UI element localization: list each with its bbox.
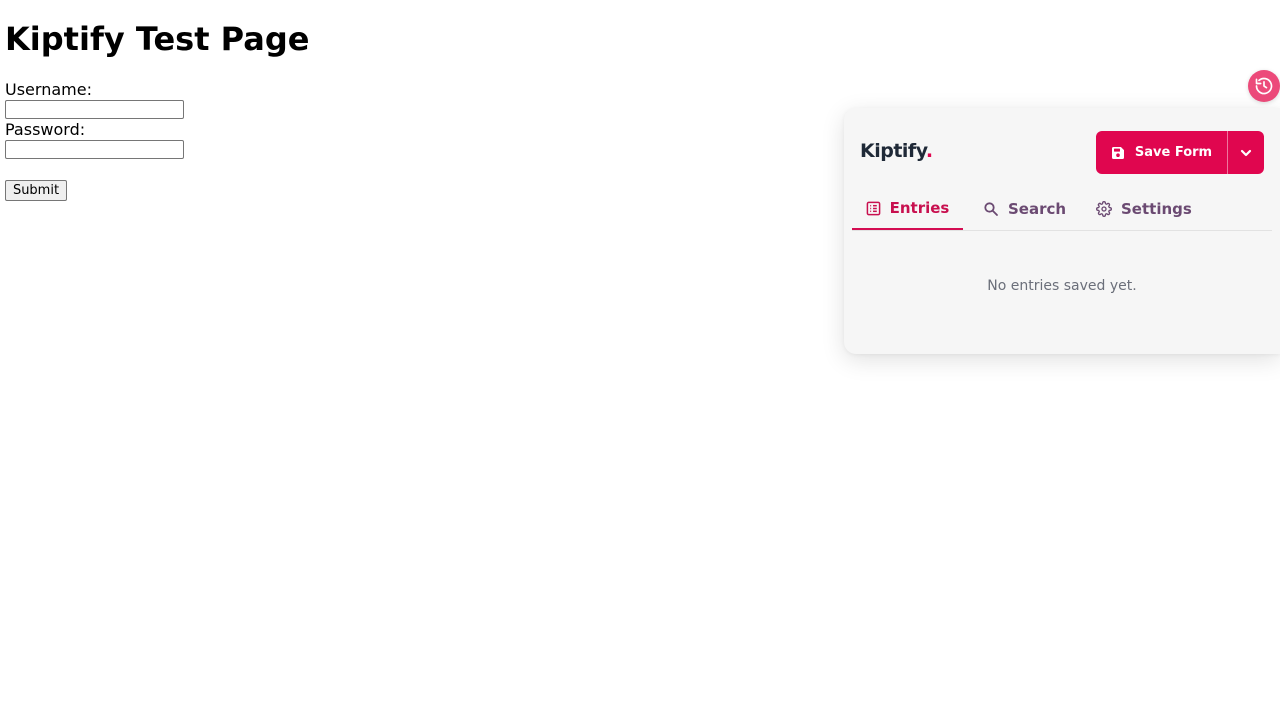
- brand-dot: .: [925, 140, 933, 162]
- chevron-down-icon: [1239, 146, 1253, 160]
- password-input[interactable]: [5, 140, 184, 159]
- tab-search[interactable]: Search: [983, 188, 1066, 229]
- history-icon: [1254, 76, 1274, 96]
- panel-tabs: Entries Search Settings: [852, 188, 1272, 231]
- tab-search-label: Search: [1008, 199, 1067, 218]
- save-form-button-group: Save Form: [1096, 131, 1264, 174]
- brand-name: Kiptify: [860, 140, 926, 162]
- save-form-label: Save Form: [1134, 145, 1213, 160]
- empty-entries-message: No entries saved yet.: [987, 278, 1137, 294]
- save-options-dropdown[interactable]: [1228, 131, 1264, 174]
- history-button[interactable]: [1248, 70, 1280, 102]
- tab-entries-label: Entries: [889, 199, 950, 217]
- tab-entries[interactable]: Entries: [852, 188, 963, 230]
- username-input[interactable]: [5, 100, 184, 119]
- tab-settings[interactable]: Settings: [1096, 188, 1192, 229]
- tab-settings-label: Settings: [1121, 199, 1192, 218]
- save-form-button[interactable]: Save Form: [1096, 131, 1227, 174]
- kiptify-panel: Kiptify. Save Form Entries Search Settin…: [844, 108, 1280, 354]
- search-icon: [983, 201, 999, 217]
- password-label: Password:: [5, 120, 86, 139]
- gear-icon: [1096, 200, 1112, 217]
- username-label: Username:: [5, 80, 92, 99]
- page: Kiptify Test Page Username: Password: Su…: [0, 0, 1280, 720]
- kiptify-logo: Kiptify.: [860, 140, 933, 162]
- page-title: Kiptify Test Page: [5, 20, 310, 58]
- list-icon: [866, 201, 881, 216]
- floppy-disk-icon: [1111, 146, 1125, 160]
- submit-button[interactable]: Submit: [5, 180, 67, 201]
